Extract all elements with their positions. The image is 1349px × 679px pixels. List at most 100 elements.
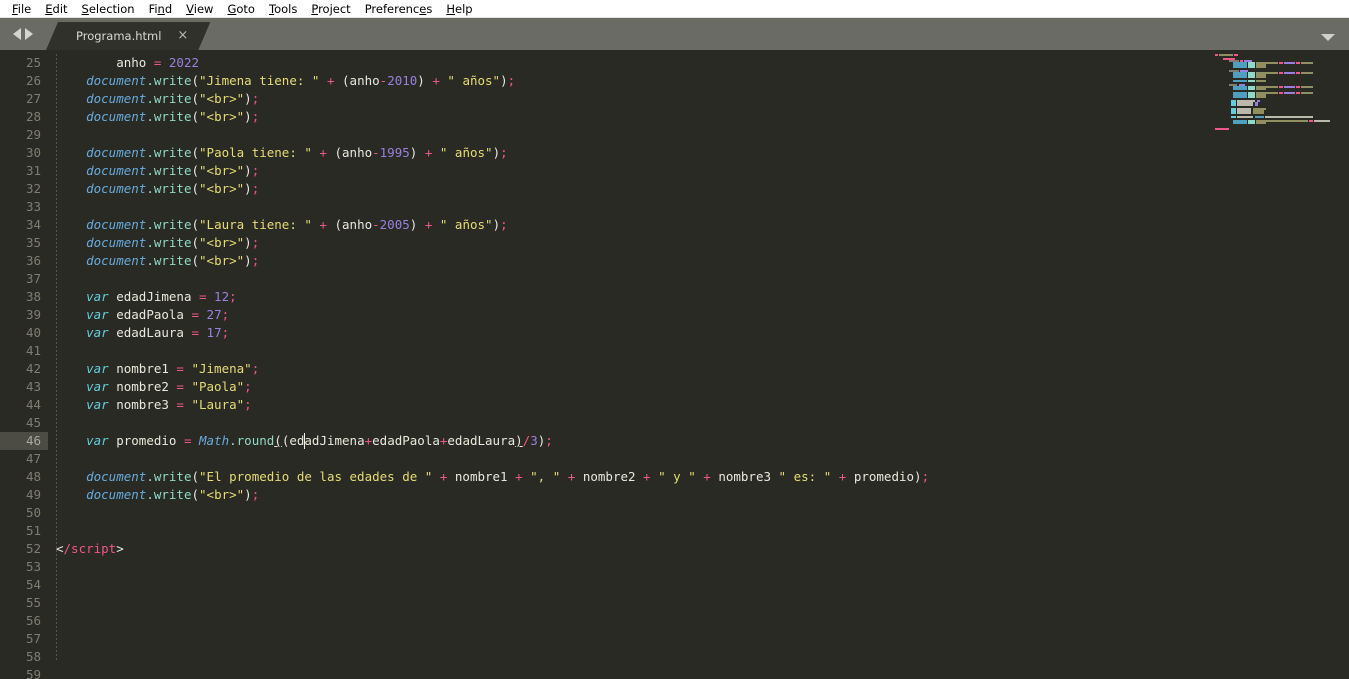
- code-line-45[interactable]: 45: [0, 414, 1349, 432]
- token: document: [86, 487, 147, 502]
- code-line-41[interactable]: 41: [0, 342, 1349, 360]
- code-line-57[interactable]: 57: [0, 630, 1349, 648]
- menu-item-project[interactable]: Project: [304, 0, 357, 18]
- token: 27: [199, 307, 222, 322]
- line-number: 28: [25, 109, 41, 124]
- token: ;: [251, 487, 260, 502]
- code-line-27[interactable]: 27 document.write("<br>");: [0, 90, 1349, 108]
- line-number: 52: [25, 541, 41, 556]
- line-content[interactable]: document.write("<br>");: [56, 162, 259, 180]
- token: ;: [500, 145, 508, 160]
- line-content[interactable]: document.write("<br>");: [56, 90, 259, 108]
- menu-item-preferences[interactable]: Preferences: [358, 0, 440, 18]
- code-line-44[interactable]: 44 var nombre3 = "Laura";: [0, 396, 1349, 414]
- code-line-50[interactable]: 50: [0, 504, 1349, 522]
- line-content[interactable]: </script>: [56, 540, 124, 558]
- line-content[interactable]: anho = 2022: [56, 54, 199, 72]
- menu-item-view[interactable]: View: [179, 0, 220, 18]
- arrow-right-icon[interactable]: [25, 28, 33, 40]
- token: "<br>": [199, 253, 245, 268]
- code-editor[interactable]: 25 anho = 2022 26 document.write("Jimena …: [0, 50, 1349, 679]
- code-line-54[interactable]: 54: [0, 576, 1349, 594]
- code-line-35[interactable]: 35 document.write("<br>");: [0, 234, 1349, 252]
- code-line-42[interactable]: 42 var nombre1 = "Jimena";: [0, 360, 1349, 378]
- code-line-31[interactable]: 31 document.write("<br>");: [0, 162, 1349, 180]
- code-line-46[interactable]: 46 var promedio = Math.round((edadJimena…: [0, 432, 1349, 450]
- code-line-38[interactable]: 38 var edadJimena = 12;: [0, 288, 1349, 306]
- menu-item-tools[interactable]: Tools: [262, 0, 304, 18]
- line-content[interactable]: document.write("<br>");: [56, 180, 259, 198]
- token: .write: [146, 253, 192, 268]
- token: ;: [251, 361, 260, 376]
- token: (: [191, 163, 200, 178]
- line-content[interactable]: var edadPaola = 27;: [56, 306, 229, 324]
- arrow-left-icon[interactable]: [13, 28, 21, 40]
- code-line-53[interactable]: 53: [0, 558, 1349, 576]
- line-content[interactable]: document.write("El promedio de las edade…: [56, 468, 929, 486]
- line-number: 47: [25, 451, 41, 466]
- menu-bar: File Edit Selection Find View Goto Tools Projec…: [0, 0, 1349, 18]
- code-line-34[interactable]: 34 document.write("Laura tiene: " + (anh…: [0, 216, 1349, 234]
- code-line-40[interactable]: 40 var edadLaura = 17;: [0, 324, 1349, 342]
- code-line-28[interactable]: 28 document.write("<br>");: [0, 108, 1349, 126]
- line-number: 37: [25, 271, 41, 286]
- tab-nav-arrows[interactable]: [0, 18, 46, 50]
- token: ): [244, 181, 252, 196]
- tab-programa-html[interactable]: Programa.html ×: [46, 22, 210, 50]
- code-line-43[interactable]: 43 var nombre2 = "Paola";: [0, 378, 1349, 396]
- code-line-39[interactable]: 39 var edadPaola = 27;: [0, 306, 1349, 324]
- line-content[interactable]: document.write("Jimena tiene: " + (anho-…: [56, 72, 515, 90]
- line-content[interactable]: document.write("<br>");: [56, 252, 259, 270]
- menu-item-selection[interactable]: Selection: [75, 0, 142, 18]
- token: 2010: [387, 73, 418, 88]
- line-content[interactable]: document.write("Laura tiene: " + (anho-2…: [56, 216, 508, 234]
- menu-item-file[interactable]: File: [5, 0, 38, 18]
- line-content[interactable]: document.write("<br>");: [56, 234, 259, 252]
- token: .write: [146, 145, 192, 160]
- code-line-49[interactable]: 49 document.write("<br>");: [0, 486, 1349, 504]
- code-line-25[interactable]: 25 anho = 2022: [0, 54, 1349, 72]
- minimap[interactable]: [1215, 54, 1330, 164]
- line-content[interactable]: document.write("Paola tiene: " + (anho-1…: [56, 144, 508, 162]
- token: .write: [146, 91, 192, 106]
- menu-item-edit[interactable]: Edit: [38, 0, 74, 18]
- code-line-59[interactable]: 59: [0, 666, 1349, 679]
- line-content[interactable]: var nombre3 = "Laura";: [56, 396, 252, 414]
- line-content[interactable]: var edadLaura = 17;: [56, 324, 229, 342]
- code-line-51[interactable]: 51: [0, 522, 1349, 540]
- code-line-29[interactable]: 29: [0, 126, 1349, 144]
- code-line-32[interactable]: 32 document.write("<br>");: [0, 180, 1349, 198]
- line-content[interactable]: document.write("<br>");: [56, 108, 259, 126]
- menu-item-help[interactable]: Help: [439, 0, 479, 18]
- token: nombre2: [108, 379, 177, 394]
- token: ): [492, 217, 501, 232]
- code-line-30[interactable]: 30 document.write("Paola tiene: " + (anh…: [0, 144, 1349, 162]
- menu-item-goto[interactable]: Goto: [220, 0, 262, 18]
- menu-mnemonic: V: [186, 1, 194, 16]
- code-line-52[interactable]: 52 </script>: [0, 540, 1349, 558]
- token: var: [86, 307, 109, 322]
- menu-item-find[interactable]: Find: [142, 0, 180, 18]
- line-content[interactable]: document.write("<br>");: [56, 486, 259, 504]
- code-line-48[interactable]: 48 document.write("El promedio de las ed…: [0, 468, 1349, 486]
- line-number: 49: [25, 487, 41, 502]
- code-line-56[interactable]: 56: [0, 612, 1349, 630]
- code-line-58[interactable]: 58: [0, 648, 1349, 666]
- line-content[interactable]: var nombre2 = "Paola";: [56, 378, 252, 396]
- chevron-down-icon[interactable]: [1321, 34, 1335, 41]
- token: "<br>": [199, 163, 245, 178]
- code-line-36[interactable]: 36 document.write("<br>");: [0, 252, 1349, 270]
- code-lines[interactable]: 25 anho = 2022 26 document.write("Jimena …: [0, 50, 1349, 679]
- line-number: 26: [25, 73, 41, 88]
- code-line-26[interactable]: 26 document.write("Jimena tiene: " + (an…: [0, 72, 1349, 90]
- code-line-55[interactable]: 55: [0, 594, 1349, 612]
- code-line-37[interactable]: 37: [0, 270, 1349, 288]
- line-content[interactable]: var edadJimena = 12;: [56, 288, 237, 306]
- close-icon[interactable]: ×: [177, 28, 210, 44]
- line-content[interactable]: var nombre1 = "Jimena";: [56, 360, 259, 378]
- code-line-33[interactable]: 33: [0, 198, 1349, 216]
- code-line-47[interactable]: 47: [0, 450, 1349, 468]
